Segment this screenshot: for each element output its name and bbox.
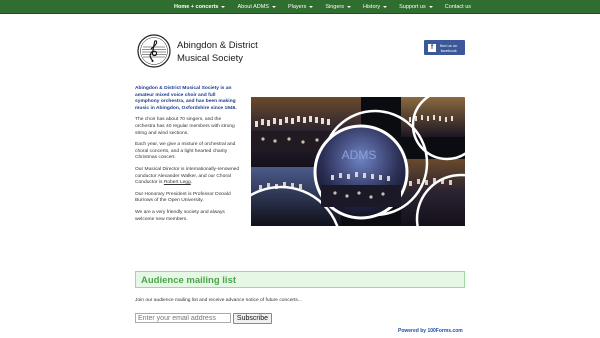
site-title[interactable]: Abingdon & District Musical Society xyxy=(177,39,258,65)
society-logo[interactable] xyxy=(137,34,171,68)
mailing-list-heading: Audience mailing list xyxy=(135,271,465,288)
nav-contact-us[interactable]: Contact us xyxy=(439,0,477,14)
nav-label: Singers xyxy=(325,4,344,10)
intro-paragraph: The choir has about 70 singers, and the … xyxy=(135,117,235,136)
nav-label: Contact us xyxy=(444,4,472,10)
nav-label: Home + concerts xyxy=(174,4,219,10)
site-title-line1: Abingdon & District xyxy=(177,40,258,51)
facebook-label: find us on facebook xyxy=(440,43,457,53)
facebook-button[interactable]: f find us on facebook xyxy=(424,40,465,55)
collage-label: ADMS xyxy=(342,148,377,162)
nav-home-concerts[interactable]: Home + concerts xyxy=(168,0,231,14)
intro-text: Abingdon & District Musical Society is a… xyxy=(135,86,241,228)
subscribe-button[interactable]: Subscribe xyxy=(233,312,272,324)
intro-paragraph: Each year, we give a mixture of orchestr… xyxy=(135,142,236,161)
top-navbar: Home + concerts About ADMS Players Singe… xyxy=(0,0,600,14)
intro-paragraph: Our Honorary President is Professor Dona… xyxy=(135,191,231,204)
mailing-list-heading-text: Audience mailing list xyxy=(141,275,237,286)
intro-text-span: . xyxy=(190,180,193,186)
powered-by-link[interactable]: Powered by 100Forms.com xyxy=(398,328,463,334)
chevron-down-icon xyxy=(271,6,276,8)
intro-paragraph: We are a very friendly society and alway… xyxy=(135,209,225,222)
nav-support-us[interactable]: Support us xyxy=(393,0,439,14)
chevron-down-icon xyxy=(346,6,351,8)
nav-players[interactable]: Players xyxy=(282,0,319,14)
facebook-label-line2: facebook xyxy=(440,47,457,53)
chevron-down-icon xyxy=(383,6,388,8)
nav-label: History xyxy=(362,4,381,10)
concert-photo-collage: ADMS xyxy=(251,97,465,226)
nav-singers[interactable]: Singers xyxy=(319,0,357,14)
nav-label: Players xyxy=(287,4,307,10)
nav-history[interactable]: History xyxy=(357,0,393,14)
chevron-down-icon xyxy=(309,6,314,8)
robert-legg-link[interactable]: Robert Legg xyxy=(164,180,191,185)
intro-lead: Abingdon & District Musical Society is a… xyxy=(135,86,237,111)
intro-paragraph: Our Musical Director is internationally-… xyxy=(135,167,241,187)
mailing-list-description: Join our audience mailing list and recei… xyxy=(135,298,302,303)
chevron-down-icon xyxy=(221,6,226,8)
facebook-icon: f xyxy=(428,43,436,52)
site-title-line2: Musical Society xyxy=(177,53,243,64)
nav-about-adms[interactable]: About ADMS xyxy=(231,0,282,14)
facebook-label-line1: find us on xyxy=(440,42,458,48)
nav-label: Support us xyxy=(399,4,426,10)
main-nav: Home + concerts About ADMS Players Singe… xyxy=(168,0,477,14)
chevron-down-icon xyxy=(428,6,433,8)
nav-label: About ADMS xyxy=(237,4,269,10)
email-field[interactable] xyxy=(135,313,231,323)
